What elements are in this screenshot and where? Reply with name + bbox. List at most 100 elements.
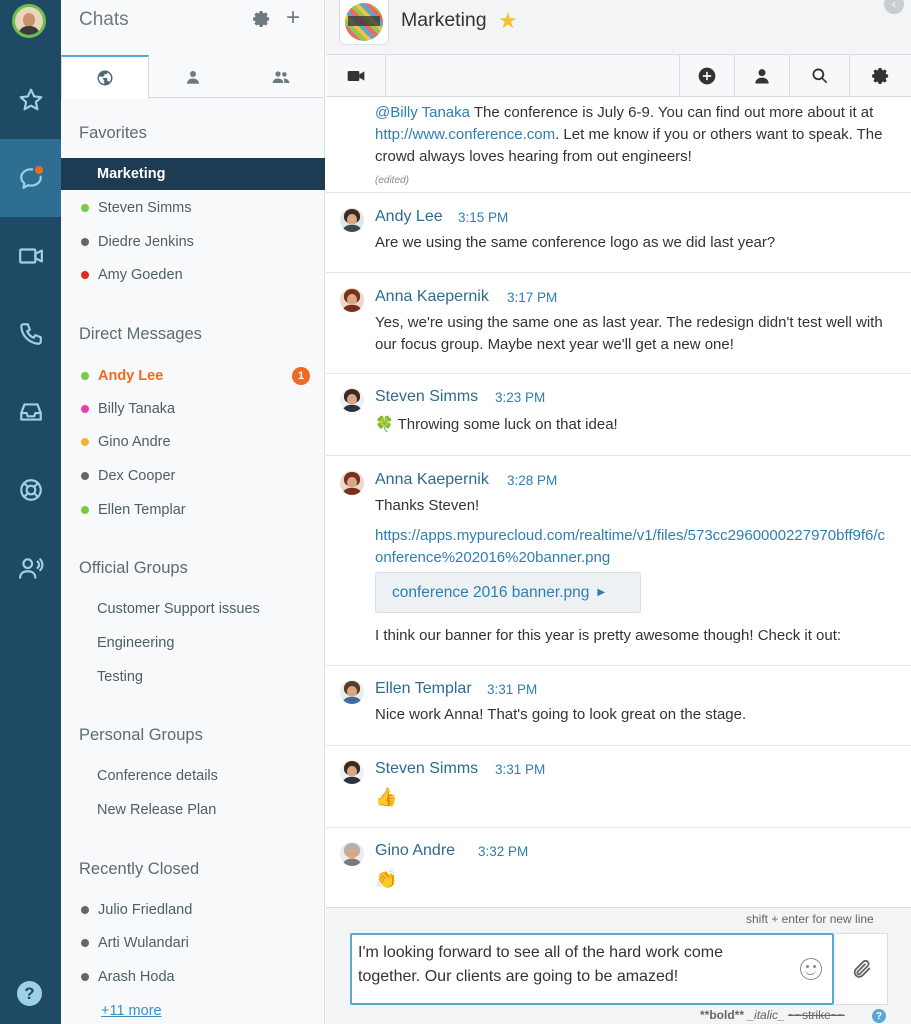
user-voice-icon: [18, 558, 43, 579]
gear-icon[interactable]: [252, 9, 272, 29]
sidebar-item-diedre-jenkins[interactable]: Diedre Jenkins: [61, 226, 325, 258]
favorites-nav-button[interactable]: [0, 61, 61, 139]
participants-button[interactable]: [734, 55, 789, 97]
globe-icon: [97, 70, 113, 86]
sender-name[interactable]: Anna Kaepernik: [375, 471, 489, 489]
personal-groups-heading: Personal Groups: [79, 726, 203, 744]
message-time: 3:28 PM: [507, 473, 558, 488]
avatar: [340, 760, 364, 784]
smiley-icon[interactable]: [800, 958, 822, 980]
message: Gino Andre 3:32 PM 👏: [326, 828, 911, 907]
file-name: conference 2016 banner.png: [392, 583, 590, 601]
chats-nav-button[interactable]: [0, 139, 61, 217]
sidebar-item-new-release-plan[interactable]: New Release Plan: [61, 794, 325, 826]
message-body: Thanks Steven!: [375, 497, 480, 514]
favorite-star-icon[interactable]: ★: [498, 8, 518, 34]
sidebar-item-conference-details[interactable]: Conference details: [61, 760, 325, 792]
sidebar-item-arash-hoda[interactable]: Arash Hoda: [61, 961, 325, 993]
message-time: 3:15 PM: [458, 210, 509, 225]
sidebar-item-andy-lee[interactable]: Andy Lee 1: [61, 360, 325, 392]
current-user-avatar[interactable]: [12, 4, 46, 38]
room-avatar: [339, 0, 389, 45]
sidebar-item-engineering[interactable]: Engineering: [61, 627, 325, 659]
unread-count-badge: 1: [292, 367, 310, 385]
presence-dot: [81, 204, 89, 212]
person-icon: [187, 70, 199, 84]
newline-hint: shift + enter for new line: [746, 912, 874, 926]
message-time: 3:17 PM: [507, 290, 558, 305]
presence-dot: [81, 472, 89, 480]
message-input-value[interactable]: I'm looking forward to see all of the ha…: [358, 941, 778, 989]
tab-all[interactable]: [61, 55, 149, 99]
tab-people[interactable]: [149, 55, 237, 98]
person-icon: [755, 69, 769, 84]
message-time: 3:31 PM: [495, 762, 546, 777]
sidebar-item-marketing[interactable]: Marketing: [61, 158, 325, 190]
video-nav-button[interactable]: [0, 217, 61, 295]
inbox-nav-button[interactable]: [0, 373, 61, 451]
message: Andy Lee 3:15 PM Are we using the same c…: [326, 193, 911, 273]
sender-name[interactable]: Steven Simms: [375, 760, 478, 778]
message-body: 🍀 Throwing some luck on that idea!: [375, 416, 618, 433]
collapse-button[interactable]: ‹: [884, 0, 904, 14]
sidebar-item-steven-simms[interactable]: Steven Simms: [61, 192, 325, 224]
show-more-link[interactable]: +11 more: [101, 1003, 162, 1019]
caret-right-icon: ▶: [597, 587, 606, 598]
sender-name[interactable]: Ellen Templar: [375, 680, 472, 698]
thumbs-up-emoji: 👍: [375, 787, 398, 807]
sidebar-item-gino-andre[interactable]: Gino Andre: [61, 426, 325, 458]
presence-dot: [81, 906, 89, 914]
sidebar-item-ellen-templar[interactable]: Ellen Templar: [61, 494, 325, 526]
video-camera-icon: [347, 71, 364, 81]
sidebar-header: Chats +: [61, 0, 325, 55]
support-nav-button[interactable]: [0, 451, 61, 529]
help-button[interactable]: ?: [17, 981, 42, 1006]
add-participant-button[interactable]: [679, 55, 734, 97]
sender-name[interactable]: Andy Lee: [375, 208, 443, 226]
avatar: [340, 842, 364, 866]
video-call-button[interactable]: [326, 55, 386, 97]
presence-dot: [81, 372, 89, 380]
message-list: @Billy Tanaka The conference is July 6-9…: [326, 97, 911, 907]
composer-area: shift + enter for new line I'm looking f…: [326, 907, 911, 1024]
sidebar-item-testing[interactable]: Testing: [61, 661, 325, 693]
phone-icon: [19, 323, 42, 345]
attach-file-button[interactable]: [836, 933, 888, 1005]
lifebuoy-icon: [19, 479, 42, 501]
official-groups-heading: Official Groups: [79, 559, 188, 577]
sender-name[interactable]: Gino Andre: [375, 842, 455, 860]
message: @Billy Tanaka The conference is July 6-9…: [326, 97, 911, 193]
formatting-help-button[interactable]: ?: [872, 1009, 886, 1023]
sidebar-item-customer-support[interactable]: Customer Support issues: [61, 593, 325, 625]
sender-name[interactable]: Steven Simms: [375, 388, 478, 406]
presence-dot: [81, 506, 89, 514]
sidebar-item-dex-cooper[interactable]: Dex Cooper: [61, 460, 325, 492]
sidebar-item-julio-friedland[interactable]: Julio Friedland: [61, 894, 325, 926]
sidebar-item-billy-tanaka[interactable]: Billy Tanaka: [61, 393, 325, 425]
avatar: [340, 471, 364, 495]
file-attachment[interactable]: conference 2016 banner.png ▶: [375, 572, 641, 613]
presence-dot: [81, 973, 89, 981]
message: Anna Kaepernik 3:28 PM Thanks Steven! ht…: [326, 456, 911, 666]
presence-dot: [81, 405, 89, 413]
recently-closed-heading: Recently Closed: [79, 860, 200, 878]
sidebar-item-amy-goeden[interactable]: Amy Goeden: [61, 259, 325, 291]
mention-link[interactable]: @Billy Tanaka: [375, 104, 470, 121]
file-url-link[interactable]: https://apps.mypurecloud.com/realtime/v1…: [375, 525, 890, 569]
sidebar-item-arti-wulandari[interactable]: Arti Wulandari: [61, 927, 325, 959]
app-rail: ?: [0, 0, 61, 1024]
sender-name[interactable]: Anna Kaepernik: [375, 288, 489, 306]
video-camera-icon: [18, 248, 43, 264]
clover-emoji: 🍀: [375, 416, 394, 433]
new-chat-button[interactable]: +: [286, 6, 300, 30]
conference-link[interactable]: http://www.conference.com: [375, 126, 555, 143]
room-title: Marketing: [401, 9, 487, 31]
voice-nav-button[interactable]: [0, 529, 61, 607]
tab-groups[interactable]: [237, 55, 325, 98]
message-input[interactable]: I'm looking forward to see all of the ha…: [350, 933, 834, 1005]
group-icon: [272, 70, 290, 83]
message-body: Are we using the same conference logo as…: [375, 234, 776, 251]
search-button[interactable]: [789, 55, 849, 97]
phone-nav-button[interactable]: [0, 295, 61, 373]
room-settings-button[interactable]: [849, 55, 911, 97]
